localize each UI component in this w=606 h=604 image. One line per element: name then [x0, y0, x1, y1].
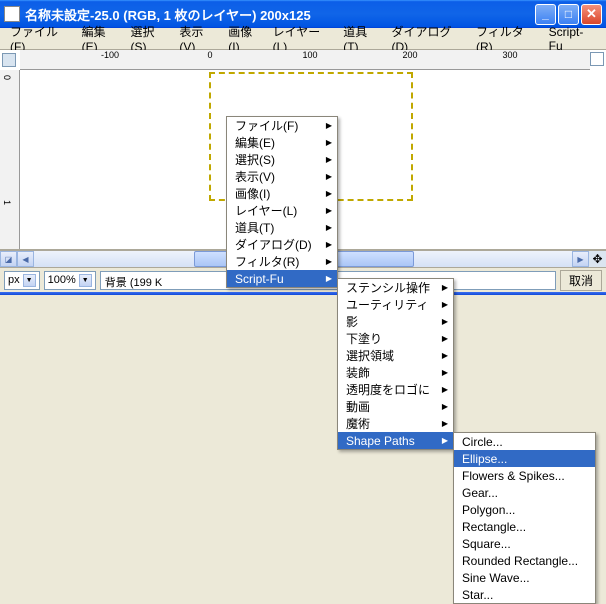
menu-item[interactable]: 動画	[338, 398, 453, 415]
menu-item[interactable]: Rectangle...	[454, 518, 595, 535]
scroll-left-button[interactable]: ◀	[17, 251, 34, 267]
menu-item[interactable]: 編集(E)	[227, 134, 337, 151]
ruler-tick: 1	[2, 200, 12, 205]
menu-item[interactable]: ファイル(F)	[227, 117, 337, 134]
menubar: ファイル(F) 編集(E) 選択(S) 表示(V) 画像(I) レイヤー(L) …	[0, 28, 606, 50]
menu-item[interactable]: 透明度をロゴに	[338, 381, 453, 398]
menu-item[interactable]: Circle...	[454, 433, 595, 450]
zoom-icon[interactable]	[590, 52, 604, 66]
menu-item[interactable]: ステンシル操作	[338, 279, 453, 296]
maximize-button[interactable]: □	[558, 4, 579, 25]
quickmask-toggle-icon[interactable]	[2, 53, 16, 67]
context-menu-main: ファイル(F)編集(E)選択(S)表示(V)画像(I)レイヤー(L)道具(T)ダ…	[226, 116, 338, 288]
ruler-tick: 0	[207, 50, 212, 60]
ruler-tick: -100	[101, 50, 119, 60]
ruler-tick: 100	[302, 50, 317, 60]
menu-item[interactable]: レイヤー(L)	[227, 202, 337, 219]
menu-item[interactable]: Sine Wave...	[454, 569, 595, 586]
menu-item[interactable]: Star...	[454, 586, 595, 603]
context-menu-shapepaths: Circle...Ellipse...Flowers & Spikes...Ge…	[453, 432, 596, 604]
menu-item[interactable]: Polygon...	[454, 501, 595, 518]
ruler-horizontal[interactable]: -100 0 100 200 300	[20, 50, 590, 70]
menu-item[interactable]: 装飾	[338, 364, 453, 381]
menu-item[interactable]: Ellipse...	[454, 450, 595, 467]
menu-item[interactable]: ダイアログ(D)	[227, 236, 337, 253]
menu-item[interactable]: 影	[338, 313, 453, 330]
menu-item[interactable]: 画像(I)	[227, 185, 337, 202]
resize-grip-bar	[0, 292, 606, 295]
menu-item[interactable]: 選択領域	[338, 347, 453, 364]
menu-item[interactable]: 表示(V)	[227, 168, 337, 185]
dropdown-icon: ▼	[79, 274, 92, 287]
context-menu-scriptfu: ステンシル操作ユーティリティ影下塗り選択領域装飾透明度をロゴに動画魔術Shape…	[337, 278, 454, 450]
menu-item[interactable]: Shape Paths	[338, 432, 453, 449]
menu-item[interactable]: 下塗り	[338, 330, 453, 347]
menu-item[interactable]: 道具(T)	[227, 219, 337, 236]
menu-item[interactable]: Flowers & Spikes...	[454, 467, 595, 484]
cancel-button[interactable]: 取消	[560, 270, 602, 291]
menu-item[interactable]: 選択(S)	[227, 151, 337, 168]
menu-item[interactable]: Script-Fu	[227, 270, 337, 287]
qmask-button[interactable]: ◪	[0, 251, 17, 267]
dropdown-icon: ▼	[23, 274, 36, 287]
unit-combo[interactable]: px▼	[4, 271, 40, 290]
menu-item[interactable]: 魔術	[338, 415, 453, 432]
menu-item[interactable]: Gear...	[454, 484, 595, 501]
navigate-icon[interactable]: ✥	[589, 251, 606, 268]
unit-value: px	[8, 274, 20, 286]
zoom-value: 100%	[48, 274, 76, 286]
app-icon	[4, 6, 20, 22]
ruler-tick: 300	[502, 50, 517, 60]
ruler-tick: 0	[2, 75, 12, 80]
ruler-tick: 200	[402, 50, 417, 60]
close-button[interactable]: ✕	[581, 4, 602, 25]
zoom-combo[interactable]: 100%▼	[44, 271, 96, 290]
ruler-vertical[interactable]: 0 1	[0, 70, 20, 249]
menu-item[interactable]: Square...	[454, 535, 595, 552]
menu-item[interactable]: Rounded Rectangle...	[454, 552, 595, 569]
scroll-right-button[interactable]: ▶	[572, 251, 589, 267]
menu-item[interactable]: フィルタ(R)	[227, 253, 337, 270]
menu-item[interactable]: ユーティリティ	[338, 296, 453, 313]
